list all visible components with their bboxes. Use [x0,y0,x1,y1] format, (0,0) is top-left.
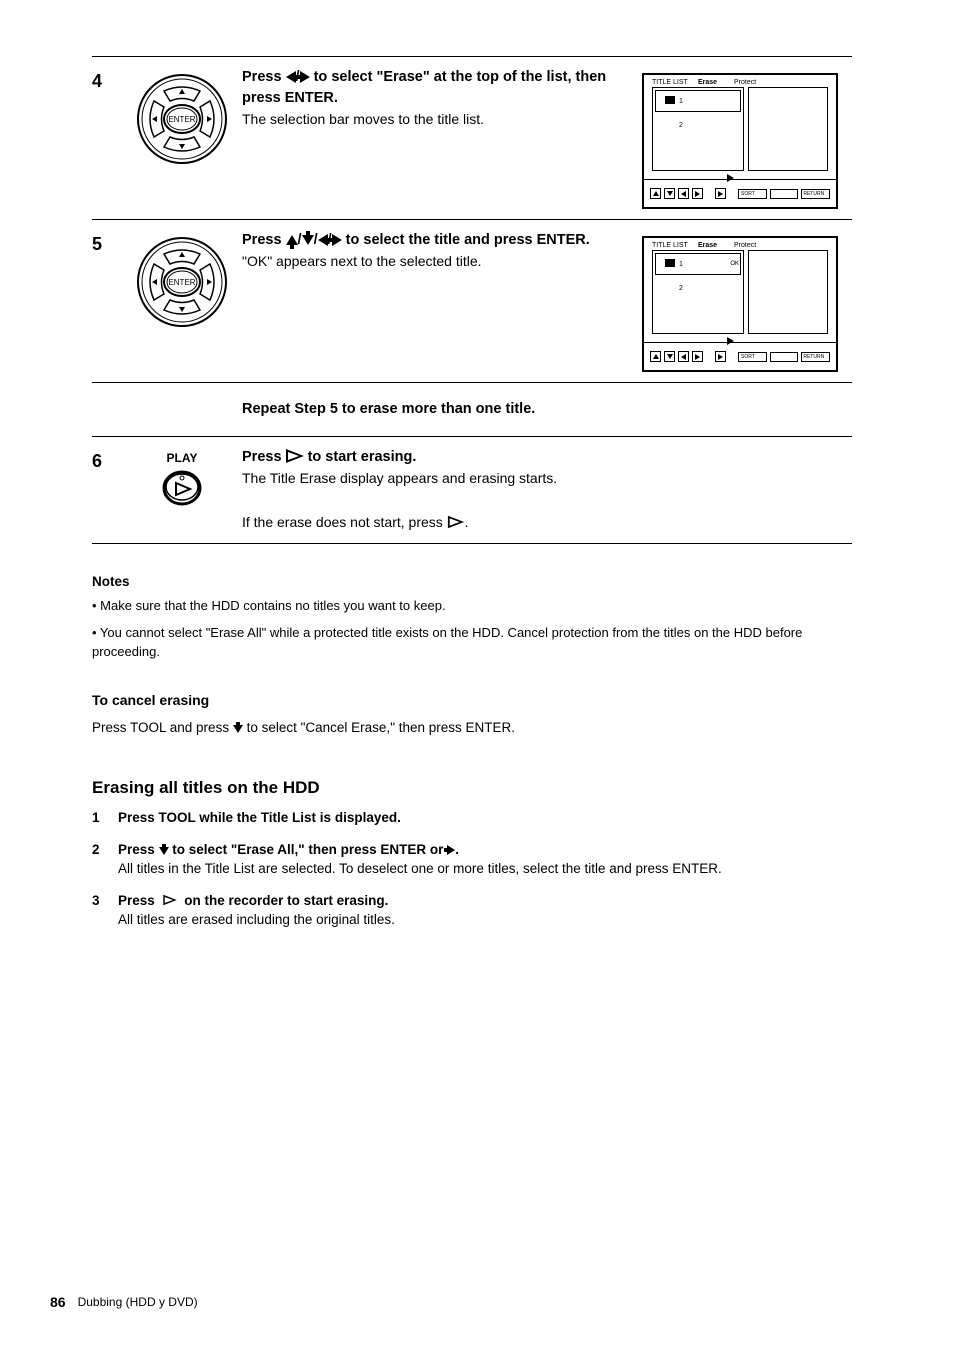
svg-text:ENTER: ENTER [168,115,195,124]
step-4: 4 ENTER Press / to select "Erase" at the [92,57,852,219]
step-4-tv: TITLE LIST Erase Protect 1 2 [642,67,852,209]
step-5-body: Press /// to select the title and press … [242,230,642,271]
tv-bottom-bar: SORT RETURN [644,342,836,370]
tv-bottom-bar: SORT RETURN [644,179,836,207]
notes-heading: Notes [92,572,852,592]
tv-item: 1 [679,261,683,268]
play-label: PLAY [167,451,198,465]
step-6: 6 PLAY Press to start erasing. The Title… [92,437,852,543]
tv-screen: TITLE LIST Erase Protect 1 2 [642,73,838,209]
step-5-sub: "OK" appears next to the selected title. [242,251,632,271]
mini-step-1: 1 Press TOOL while the Title List is dis… [92,808,852,828]
tv-screen: TITLE LIST Erase Protect 1 OK 2 [642,236,838,372]
arrow-left-icon [318,234,328,246]
text: Press [242,449,286,465]
page-footer: 86 Dubbing (HDD y DVD) [50,1294,198,1310]
mini-text: Press TOOL while the Title List is displ… [118,810,401,825]
mini-sub: All titles in the Title List are selecte… [118,859,852,879]
play-icon [163,895,177,906]
tv-title: TITLE LIST [652,242,688,249]
tv-item: 1 [679,98,683,105]
step-number: 6 [92,447,122,472]
play-icon [448,516,464,529]
repeat-text: Repeat Step 5 to erase more than one tit… [242,399,632,420]
text: If the erase does not start, press [242,514,447,530]
mini-step-2: 2 Press to select "Erase All," then pres… [92,840,852,879]
mini-num: 1 [92,808,118,828]
tv-protect: Protect [734,79,756,86]
arrow-left-icon [286,71,296,83]
text: Press [118,893,159,908]
tv-title: TITLE LIST [652,79,688,86]
text: Press [118,842,159,857]
arrow-right-icon [447,845,455,855]
text: . [455,842,459,857]
arrow-down-icon [159,847,169,855]
step-5-icon: ENTER [122,230,242,330]
text: Press [242,69,286,85]
tv-item: 2 [679,122,683,129]
step-6-sub: The Title Erase display appears and eras… [242,468,632,488]
text: to start erasing. [308,449,417,465]
arrow-up-icon [286,235,298,245]
tv-item: 2 [679,285,683,292]
tv-erase: Erase [698,242,717,249]
step-number: 5 [92,230,122,255]
notes-section: Notes • Make sure that the HDD contains … [92,544,852,930]
text: to select "Cancel Erase," then press ENT… [243,720,515,735]
footer-text: Dubbing (HDD y DVD) [78,1295,198,1309]
arrow-down-icon [302,235,314,245]
play-button-icon [158,467,206,509]
text: Press [242,232,286,248]
step-number: 4 [92,67,122,92]
cancel-heading: To cancel erasing [92,690,852,710]
note-item: • You cannot select "Erase All" while a … [92,624,852,662]
arrow-down-icon [233,725,243,733]
page-number: 86 [50,1294,66,1310]
step-4-sub: The selection bar moves to the title lis… [242,109,632,129]
note-item: • Make sure that the HDD contains no tit… [92,597,852,616]
text: to select "Erase All," then press ENTER … [169,842,448,857]
dpad-enter-icon: ENTER [134,234,230,330]
step-5-tv: TITLE LIST Erase Protect 1 OK 2 [642,230,852,372]
step-5: 5 ENTER Press /// to select the title an [92,220,852,382]
tv-ok: OK [730,261,739,267]
arrow-right-icon [332,234,342,246]
mini-num: 3 [92,891,118,930]
step-6-body: Press to start erasing. The Title Erase … [242,447,642,533]
tv-protect: Protect [734,242,756,249]
text: Press TOOL and press [92,720,233,735]
dpad-enter-icon: ENTER [134,71,230,167]
step-4-body: Press / to select "Erase" at the top of … [242,67,642,129]
arrow-right-icon [300,71,310,83]
text: . [465,514,469,530]
play-icon [286,449,304,463]
text: on the recorder to start erasing. [181,893,389,908]
text: to select the title and press ENTER. [342,232,590,248]
step-6-icon: PLAY [122,447,242,509]
step-4-icon: ENTER [122,67,242,167]
mini-step-3: 3 Press on the recorder to start erasing… [92,891,852,930]
mini-num: 2 [92,840,118,879]
erase-all-heading: Erasing all titles on the HDD [92,776,852,801]
mini-sub: All titles are erased including the orig… [118,910,852,930]
tv-erase: Erase [698,79,717,86]
repeat-note: Repeat Step 5 to erase more than one tit… [92,383,852,436]
svg-text:ENTER: ENTER [168,278,195,287]
